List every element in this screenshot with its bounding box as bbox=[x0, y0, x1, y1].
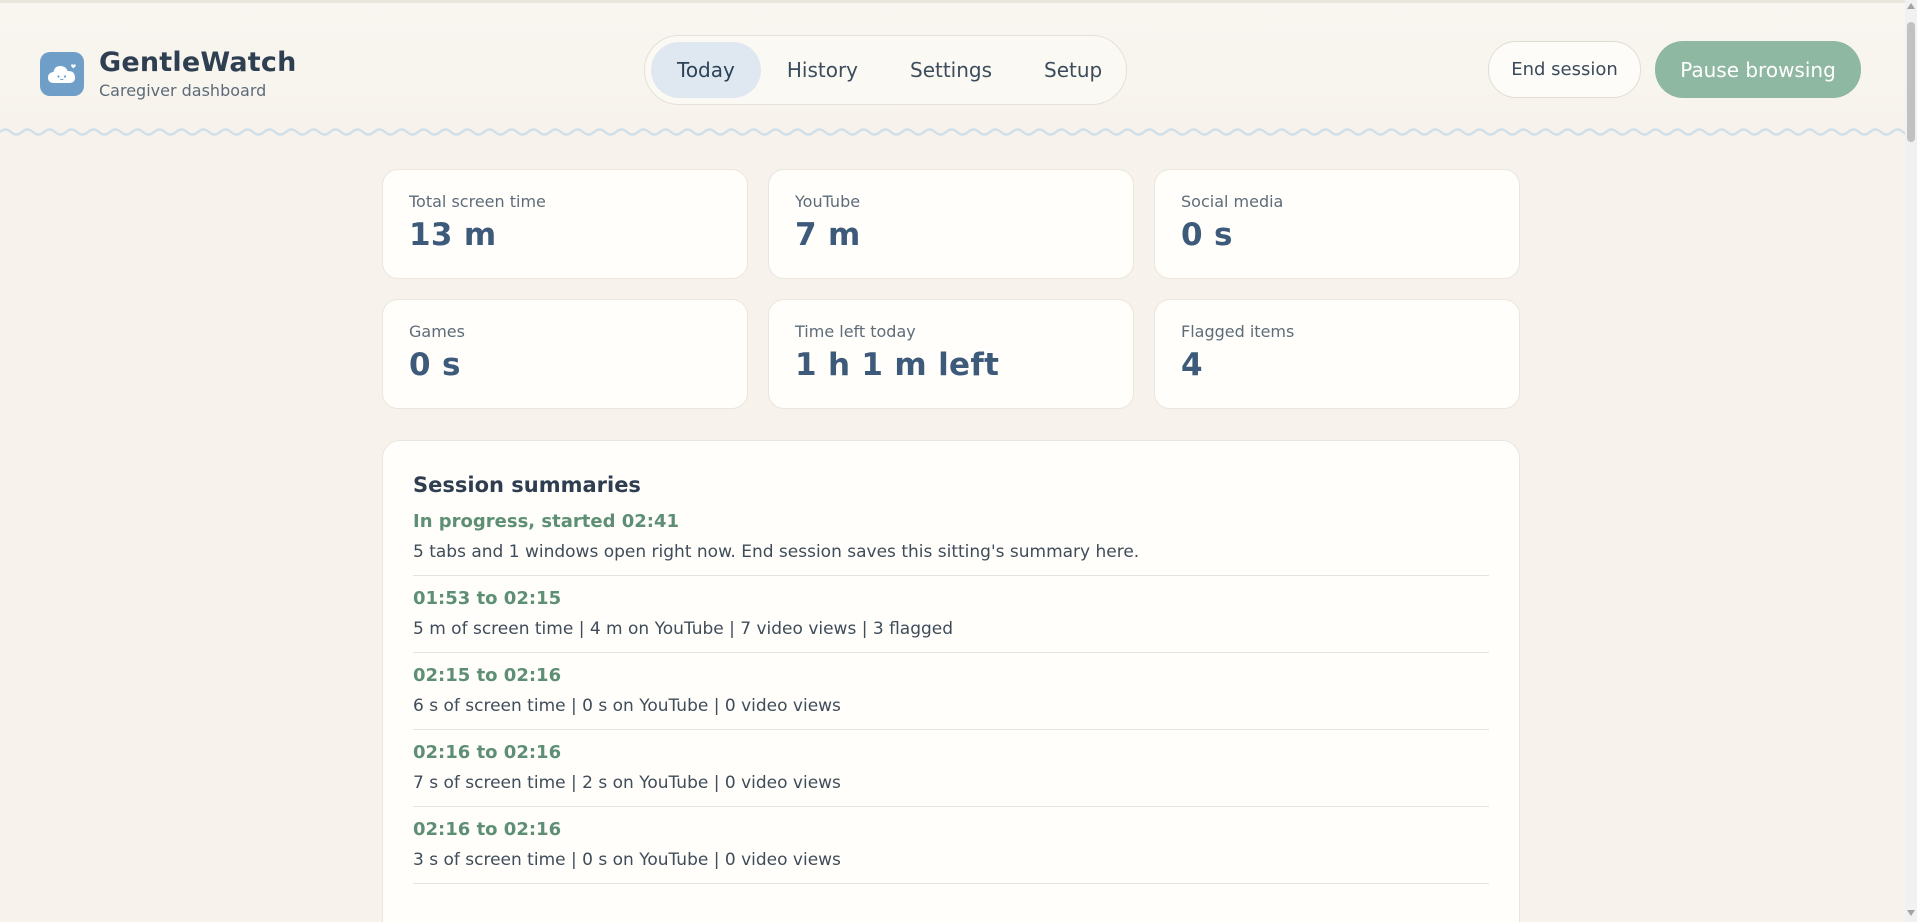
stat-card-flagged-items: Flagged items 4 bbox=[1154, 299, 1520, 409]
session-time: 02:16 to 02:16 bbox=[413, 742, 562, 763]
stat-card-total-screen-time: Total screen time 13 m bbox=[382, 169, 748, 279]
session-item: 02:15 to 02:16 6 s of screen time | 0 s … bbox=[413, 653, 1489, 730]
stat-card-youtube: YouTube 7 m bbox=[768, 169, 1134, 279]
session-summaries-panel: Session summaries In progress, started 0… bbox=[382, 440, 1520, 922]
stat-label: Social media bbox=[1181, 192, 1284, 211]
stat-card-games: Games 0 s bbox=[382, 299, 748, 409]
wave-divider bbox=[0, 128, 1905, 136]
session-time: 02:16 to 02:16 bbox=[413, 819, 562, 840]
tab-setup[interactable]: Setup bbox=[1018, 42, 1128, 98]
session-time: 02:15 to 02:16 bbox=[413, 665, 562, 686]
end-session-button[interactable]: End session bbox=[1488, 41, 1641, 98]
page-scrollbar[interactable] bbox=[1905, 0, 1917, 922]
session-item: 01:53 to 02:15 5 m of screen time | 4 m … bbox=[413, 576, 1489, 653]
cloud-face-icon bbox=[40, 51, 84, 96]
session-item: 02:16 to 02:16 7 s of screen time | 2 s … bbox=[413, 730, 1489, 807]
session-description: 5 m of screen time | 4 m on YouTube | 7 … bbox=[413, 619, 954, 639]
app-subtitle: Caregiver dashboard bbox=[99, 81, 267, 100]
tab-today[interactable]: Today bbox=[651, 42, 761, 98]
stat-label: Flagged items bbox=[1181, 322, 1295, 341]
stat-value: 1 h 1 m left bbox=[795, 347, 1000, 383]
scroll-thumb[interactable] bbox=[1907, 22, 1915, 142]
session-description: 3 s of screen time | 0 s on YouTube | 0 … bbox=[413, 850, 841, 870]
stat-label: YouTube bbox=[795, 192, 861, 211]
stat-label: Games bbox=[409, 322, 465, 341]
stat-card-time-left: Time left today 1 h 1 m left bbox=[768, 299, 1134, 409]
stat-value: 7 m bbox=[795, 217, 861, 253]
main-nav: Today History Settings Setup bbox=[644, 35, 1127, 105]
session-time: 01:53 to 02:15 bbox=[413, 588, 562, 609]
brand: GentleWatch Caregiver dashboard bbox=[40, 47, 297, 100]
stat-card-social-media: Social media 0 s bbox=[1154, 169, 1520, 279]
panel-title: Session summaries bbox=[413, 473, 641, 497]
pause-browsing-button[interactable]: Pause browsing bbox=[1655, 41, 1861, 98]
session-description: 7 s of screen time | 2 s on YouTube | 0 … bbox=[413, 773, 841, 793]
scroll-down-icon[interactable] bbox=[1907, 910, 1915, 916]
stat-label: Total screen time bbox=[409, 192, 546, 211]
tab-history[interactable]: History bbox=[761, 42, 884, 98]
session-description: 6 s of screen time | 0 s on YouTube | 0 … bbox=[413, 696, 841, 716]
stat-value: 13 m bbox=[409, 217, 497, 253]
stat-label: Time left today bbox=[795, 322, 916, 341]
session-item: In progress, started 02:41 5 tabs and 1 … bbox=[413, 497, 1489, 576]
app-title: GentleWatch bbox=[99, 47, 297, 78]
tab-settings[interactable]: Settings bbox=[884, 42, 1018, 98]
stat-value: 4 bbox=[1181, 347, 1203, 383]
session-item: 02:16 to 02:16 3 s of screen time | 0 s … bbox=[413, 807, 1489, 884]
session-time: In progress, started 02:41 bbox=[413, 511, 680, 532]
stat-value: 0 s bbox=[1181, 217, 1233, 253]
scroll-up-icon[interactable] bbox=[1907, 3, 1915, 9]
app-header: GentleWatch Caregiver dashboard Today Hi… bbox=[0, 3, 1905, 136]
stat-value: 0 s bbox=[409, 347, 461, 383]
session-description: 5 tabs and 1 windows open right now. End… bbox=[413, 542, 1140, 562]
